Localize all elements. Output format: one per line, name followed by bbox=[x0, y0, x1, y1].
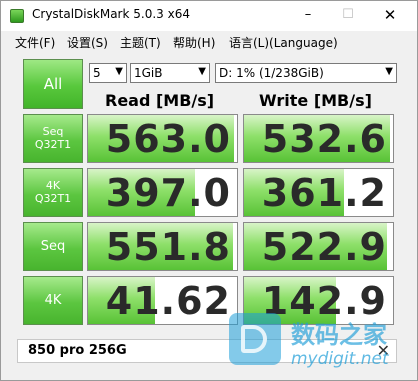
4k-q32t1-read-value: 397.0 bbox=[105, 171, 231, 215]
menu-theme[interactable]: 主题(T) bbox=[120, 34, 161, 51]
4k-q32t1-write-value: 361.2 bbox=[261, 171, 387, 215]
seq-read-cell: 551.8 bbox=[87, 222, 238, 271]
drive-select[interactable]: D: 1% (1/238GiB) ▼ bbox=[215, 63, 397, 83]
menu-language[interactable]: 语言(L)(Language) bbox=[229, 34, 338, 51]
chevron-down-icon: ▼ bbox=[198, 66, 206, 77]
read-header: Read [MB/s] bbox=[105, 91, 215, 110]
chevron-down-icon: ▼ bbox=[115, 66, 123, 77]
row-label-line1: Seq bbox=[40, 239, 66, 254]
seq-q32t1-write-value: 532.6 bbox=[261, 117, 387, 161]
title-bar: CrystalDiskMark 5.0.3 x64 – ☐ ✕ bbox=[1, 1, 417, 31]
test-count-value: 5 bbox=[93, 66, 101, 80]
row-label-line1: 4K bbox=[45, 179, 61, 192]
watermark-chinese-text: 数码之家 bbox=[291, 321, 387, 349]
seq-q32t1-read-value: 563.0 bbox=[105, 117, 231, 161]
menu-settings[interactable]: 设置(S) bbox=[67, 34, 108, 51]
row-label-line2: Q32T1 bbox=[34, 192, 72, 205]
row-label-line2: Q32T1 bbox=[34, 138, 72, 151]
seq-write-cell: 522.9 bbox=[243, 222, 394, 271]
crystaldiskmark-window: CrystalDiskMark 5.0.3 x64 – ☐ ✕ 文件(F) 设置… bbox=[0, 0, 418, 381]
drive-value: D: 1% (1/238GiB) bbox=[219, 66, 324, 80]
seq-write-value: 522.9 bbox=[261, 225, 387, 269]
test-count-select[interactable]: 5 ▼ bbox=[89, 63, 127, 83]
seq-read-value: 551.8 bbox=[105, 225, 231, 269]
seq-q32t1-read-cell: 563.0 bbox=[87, 114, 238, 163]
menu-file[interactable]: 文件(F) bbox=[15, 34, 55, 51]
close-button[interactable]: ✕ bbox=[370, 1, 410, 31]
row-label-line1: 4K bbox=[44, 293, 62, 308]
4k-button[interactable]: 4K bbox=[23, 276, 83, 325]
4k-read-cell: 41.62 bbox=[87, 276, 238, 325]
watermark-url: mydigit.net bbox=[291, 349, 389, 369]
menu-help[interactable]: 帮助(H) bbox=[173, 34, 215, 51]
all-button[interactable]: All bbox=[23, 59, 83, 109]
chevron-down-icon: ▼ bbox=[385, 66, 393, 77]
window-title: CrystalDiskMark 5.0.3 x64 bbox=[32, 7, 190, 21]
seq-button[interactable]: Seq bbox=[23, 222, 83, 271]
4k-read-value: 41.62 bbox=[105, 279, 231, 323]
row-label-line1: Seq bbox=[42, 125, 64, 138]
menu-bar: 文件(F) 设置(S) 主题(T) 帮助(H) 语言(L)(Language) bbox=[1, 31, 417, 53]
minimize-button[interactable]: – bbox=[288, 1, 328, 31]
app-icon bbox=[10, 9, 24, 23]
maximize-button[interactable]: ☐ bbox=[328, 1, 368, 31]
seq-q32t1-write-cell: 532.6 bbox=[243, 114, 394, 163]
write-header: Write [MB/s] bbox=[259, 91, 372, 110]
4k-q32t1-write-cell: 361.2 bbox=[243, 168, 394, 217]
test-size-value: 1GiB bbox=[134, 66, 163, 80]
4k-q32t1-read-cell: 397.0 bbox=[87, 168, 238, 217]
comment-text: 850 pro 256G bbox=[28, 343, 127, 358]
4k-q32t1-button[interactable]: 4K Q32T1 bbox=[23, 168, 83, 217]
seq-q32t1-button[interactable]: Seq Q32T1 bbox=[23, 114, 83, 163]
test-size-select[interactable]: 1GiB ▼ bbox=[130, 63, 210, 83]
